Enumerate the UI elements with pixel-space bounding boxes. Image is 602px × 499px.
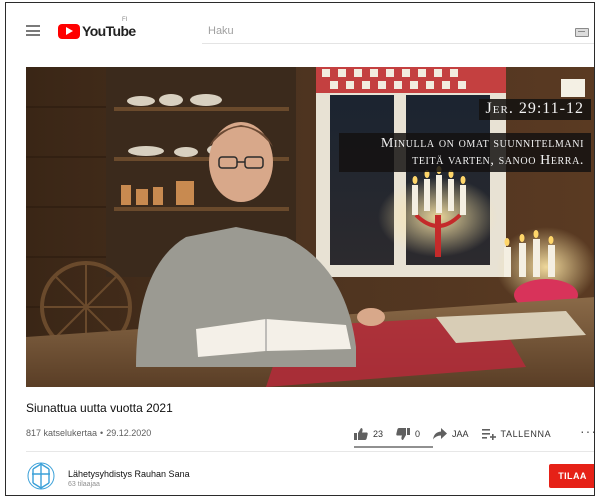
subscriber-count: 63 tilaajaa [68,481,100,488]
country-code: FI [122,17,128,23]
divider [26,451,594,452]
caption-reference: Jer. 29:11-12 [478,99,591,120]
upload-date: 29.12.2020 [106,428,152,438]
top-bar: YouTube FI [6,3,594,59]
video-title: Siunattua uutta vuotta 2021 [26,401,173,415]
like-button[interactable]: 23 [354,428,383,440]
dislike-button[interactable]: 0 [396,428,420,440]
hamburger-menu-icon[interactable] [26,25,40,36]
thumbs-up-icon [354,428,368,440]
caption-line: teitä varten, sanoo Herra. [412,153,584,168]
caption-text: Minulla on omat suunnitelmani teitä vart… [339,133,591,172]
save-button[interactable]: TALLENNA [481,428,552,440]
meta-separator: • [100,428,104,438]
play-logo-icon [58,23,80,39]
like-ratio-fill [354,446,433,448]
search-input[interactable] [202,19,550,43]
channel-name[interactable]: Lähetysyhdistys Rauhan Sana [68,469,190,479]
channel-avatar[interactable] [26,461,56,491]
playlist-add-icon [481,429,496,440]
video-meta: 817 katselukertaa • 29.12.2020 [26,428,151,438]
video-player[interactable]: Jer. 29:11-12 Minulla on omat suunnitelm… [26,67,594,387]
logo-text: YouTube [82,23,136,39]
share-label: JAA [452,429,469,439]
share-button[interactable]: JAA [433,428,469,440]
share-arrow-icon [433,428,448,440]
action-bar: 23 0 JAA TALLENNA [354,424,564,444]
like-count: 23 [373,429,384,439]
like-dislike-bar [354,446,433,448]
youtube-logo[interactable]: YouTube FI [58,17,136,41]
save-label: TALLENNA [500,429,552,439]
keyboard-icon[interactable] [575,28,589,37]
caption-line: Minulla on omat suunnitelmani [380,136,584,151]
view-count: 817 katselukertaa [26,428,98,438]
channel-logo-icon [27,462,55,490]
thumbs-down-icon [396,428,411,440]
more-actions-button[interactable]: ··· [580,424,594,438]
search-box [202,19,594,44]
youtube-window: YouTube FI Haku Jer. 29:11-12 Minulla on… [5,2,595,496]
dislike-count: 0 [415,429,421,439]
subscribe-button[interactable]: TILAA [549,464,594,488]
